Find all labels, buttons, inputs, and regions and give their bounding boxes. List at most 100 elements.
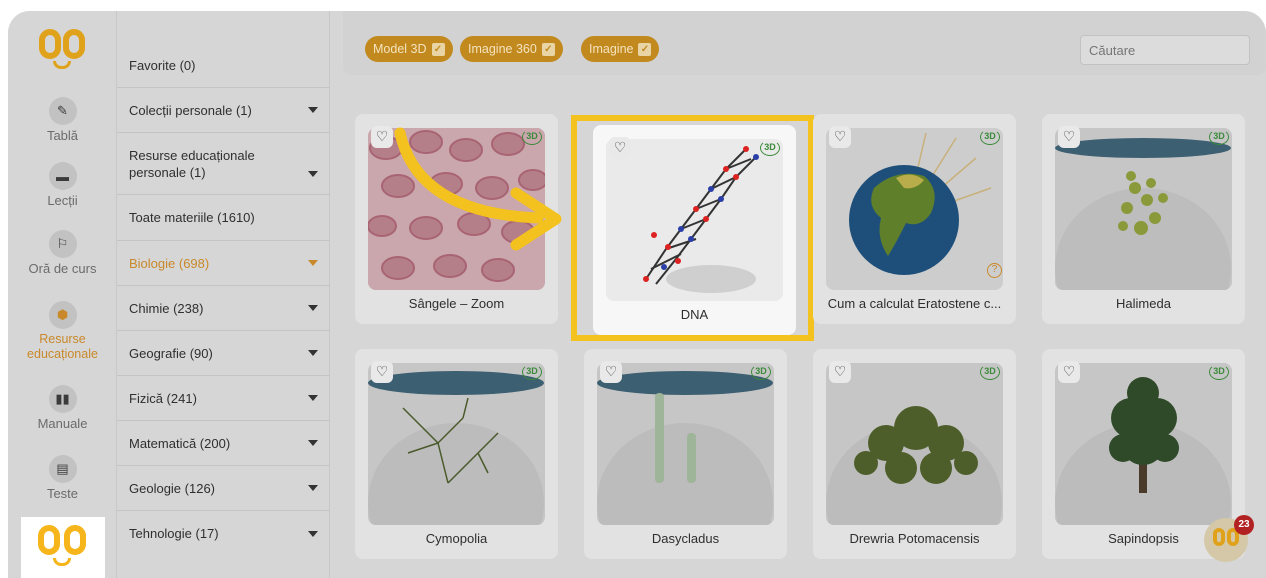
heart-icon[interactable]: ♡ [829, 126, 851, 148]
resource-thumbnail [606, 139, 783, 301]
category-matematica[interactable]: Matematică (200) [117, 421, 330, 466]
nav-label: Oră de curs [28, 261, 97, 276]
category-list: Favorite (0) Colecții personale (1) Resu… [117, 11, 330, 578]
heart-icon[interactable]: ♡ [1058, 361, 1080, 383]
nav-item-manuale[interactable]: ▮▮ Manuale [8, 385, 117, 431]
resource-thumbnail [826, 128, 1003, 290]
category-chimie[interactable]: Chimie (238) [117, 286, 330, 331]
category-tehnologie[interactable]: Tehnologie (17) [117, 511, 330, 556]
3d-badge-icon: 3D [980, 129, 1000, 145]
category-label: Resurse educaționale personale (1) [129, 147, 255, 180]
nav-item-teste[interactable]: ▤ Teste [8, 455, 117, 501]
filter-label: Imagine [589, 42, 634, 56]
resource-card-eratostene[interactable]: ♡ 3D ? Cum a calculat Eratostene c... [813, 114, 1016, 324]
category-label: Geologie (126) [129, 480, 215, 496]
chevron-down-icon[interactable] [308, 485, 318, 491]
nav-item-ora-de-curs[interactable]: ⚐ Oră de curs [8, 230, 117, 276]
filter-imagine-360[interactable]: Imagine 360 ✓ [460, 36, 563, 62]
category-toate-materiile[interactable]: Toate materiile (1610) [117, 195, 330, 241]
category-label: Geografie (90) [129, 345, 213, 361]
category-geologie[interactable]: Geologie (126) [117, 466, 330, 511]
3d-badge-icon: 3D [751, 364, 771, 380]
category-colectii-personale[interactable]: Colecții personale (1) [117, 88, 330, 133]
category-label: Toate materiile (1610) [129, 210, 255, 225]
heart-icon[interactable]: ♡ [371, 361, 393, 383]
nav-item-tabla[interactable]: ✎ Tablă [8, 97, 117, 143]
3d-badge-icon: 3D [1209, 364, 1229, 380]
brand-logo [21, 517, 105, 578]
category-label: Matematică (200) [129, 435, 231, 451]
pencil-icon: ✎ [48, 97, 77, 125]
category-geografie[interactable]: Geografie (90) [117, 331, 330, 376]
category-label: Favorite (0) [129, 58, 196, 73]
heart-icon[interactable]: ♡ [600, 361, 622, 383]
category-biologie[interactable]: Biologie (698) [117, 241, 330, 286]
app-frame: ✎ Tablă ▬ Lecții ⚐ Oră de curs ⬢ Resurse… [8, 11, 1266, 578]
heart-icon[interactable]: ♡ [1058, 126, 1080, 148]
resource-card-cymopolia[interactable]: ♡ 3D Cymopolia [355, 349, 558, 559]
chevron-down-icon[interactable] [308, 171, 318, 177]
book-icon: ▮▮ [48, 385, 77, 413]
chevron-down-icon[interactable] [308, 305, 318, 311]
category-label: Fizică (241) [129, 390, 197, 406]
nav-label: Manuale [37, 416, 88, 431]
resource-thumbnail [368, 363, 545, 525]
category-label: Chimie (238) [129, 300, 204, 316]
card-title: Drewria Potomacensis [849, 531, 980, 546]
side-nav: ✎ Tablă ▬ Lecții ⚐ Oră de curs ⬢ Resurse… [8, 11, 117, 578]
resource-card-dna[interactable]: ♡ 3D DNA [593, 125, 796, 335]
checkbox-icon[interactable]: ✓ [638, 42, 652, 56]
nav-label: Resurse educaționale [27, 332, 98, 361]
resource-card-halimeda[interactable]: ♡ 3D Halimeda [1042, 114, 1245, 324]
filter-label: Imagine 360 [468, 42, 537, 56]
filter-imagine[interactable]: Imagine ✓ [581, 36, 660, 62]
3d-badge-icon: 3D [760, 140, 780, 156]
category-label: Tehnologie (17) [129, 526, 219, 541]
category-label: Biologie (698) [129, 255, 210, 271]
chevron-down-icon[interactable] [308, 260, 318, 266]
resource-card-dasycladus[interactable]: ♡ 3D Dasycladus [584, 349, 787, 559]
help-icon[interactable]: ? [987, 263, 1002, 278]
heart-icon[interactable]: ♡ [609, 137, 631, 159]
chevron-down-icon[interactable] [308, 395, 318, 401]
3d-badge-icon: 3D [1209, 129, 1229, 145]
teacher-board-icon: ⚐ [48, 230, 77, 258]
resource-thumbnail [597, 363, 774, 525]
category-favorite[interactable]: Favorite (0) [117, 44, 330, 88]
card-title: Sângele – Zoom [408, 296, 505, 311]
resource-thumbnail [1055, 128, 1232, 290]
filter-label: Model 3D [373, 42, 427, 56]
nav-label: Teste [46, 486, 79, 501]
category-label: Colecții personale (1) [129, 102, 252, 118]
card-title: Cymopolia [425, 531, 488, 546]
3d-badge-icon: 3D [522, 364, 542, 380]
nav-item-lectii[interactable]: ▬ Lecții [8, 162, 117, 208]
filter-bar: Model 3D ✓ Imagine 360 ✓ Imagine ✓ [343, 11, 1266, 75]
document-icon: ▤ [48, 455, 77, 483]
category-fizica[interactable]: Fizică (241) [117, 376, 330, 421]
filter-model-3d[interactable]: Model 3D ✓ [365, 36, 453, 62]
card-title: Halimeda [1116, 296, 1171, 311]
chevron-down-icon[interactable] [308, 350, 318, 356]
search-input[interactable] [1080, 35, 1250, 65]
arrow-annotation-icon [394, 127, 562, 251]
resource-thumbnail [1055, 363, 1232, 525]
card-title: DNA [680, 307, 709, 322]
category-resurse-personale[interactable]: Resurse educaționale personale (1) [117, 133, 330, 195]
chevron-down-icon[interactable] [308, 530, 318, 537]
chevron-down-icon[interactable] [308, 107, 318, 113]
chevron-down-icon[interactable] [308, 440, 318, 446]
notification-badge: 23 [1234, 515, 1254, 535]
resource-card-drewria[interactable]: ♡ 3D Drewria Potomacensis [813, 349, 1016, 559]
3d-badge-icon: 3D [980, 364, 1000, 380]
nav-label: Lecții [47, 193, 78, 208]
checkbox-icon[interactable]: ✓ [431, 42, 445, 56]
heart-icon[interactable]: ♡ [829, 361, 851, 383]
app-logo[interactable] [37, 29, 89, 73]
folder-icon: ▬ [48, 162, 77, 190]
card-title: Dasycladus [651, 531, 720, 546]
nav-item-resurse-educationale[interactable]: ⬢ Resurse educaționale [8, 301, 117, 362]
checkbox-icon[interactable]: ✓ [541, 42, 555, 56]
cube-icon: ⬢ [48, 301, 77, 329]
card-title: Cum a calculat Eratostene c... [827, 296, 1002, 311]
